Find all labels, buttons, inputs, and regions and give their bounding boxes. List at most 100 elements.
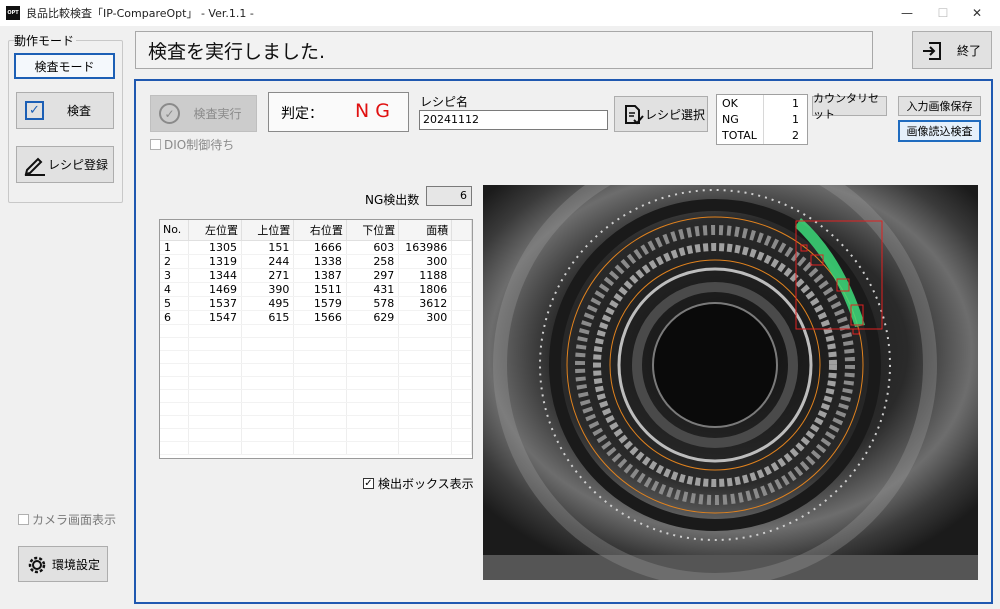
mode-group-title: 動作モード	[14, 32, 77, 49]
dio-wait-checkbox[interactable]: DIO制御待ち	[150, 136, 234, 153]
exit-icon	[921, 40, 943, 65]
table-cell	[160, 337, 190, 351]
table-cell: 615	[241, 310, 295, 325]
table-cell	[346, 402, 400, 416]
table-row[interactable]	[160, 363, 472, 377]
column-header[interactable]: No.	[160, 220, 190, 241]
table-cell	[451, 402, 472, 416]
title-bar: OPT 良品比較検査「IP-CompareOpt」 - Ver.1.1 - — …	[0, 0, 1000, 26]
table-row[interactable]: 1 1305 151 1666 603 163986	[160, 240, 472, 255]
table-cell	[346, 337, 400, 351]
table-cell: 495	[241, 296, 295, 311]
app-logo-icon: OPT	[6, 6, 20, 20]
table-cell	[346, 350, 400, 364]
recipe-register-button[interactable]: レシピ登録	[16, 146, 114, 183]
settings-button[interactable]: 環境設定	[18, 546, 108, 582]
column-header[interactable]: 下位置	[346, 220, 400, 241]
table-row[interactable]: 2 1319 244 1338 258 300	[160, 254, 472, 269]
table-cell	[160, 428, 190, 442]
recipe-name-field[interactable]: 20241112	[419, 110, 608, 130]
table-cell: 1305	[188, 240, 242, 255]
table-row[interactable]: 5 1537 495 1579 578 3612	[160, 296, 472, 311]
table-row[interactable]	[160, 324, 472, 338]
table-cell	[451, 324, 472, 338]
table-cell	[241, 376, 295, 390]
counter-reset-button[interactable]: カウンタリセット	[812, 92, 887, 121]
gear-icon	[26, 554, 48, 579]
table-cell	[188, 402, 242, 416]
table-cell	[451, 441, 472, 455]
show-detection-box-checkbox[interactable]: ✓ 検出ボックス表示	[363, 475, 474, 492]
table-cell: 603	[346, 240, 400, 255]
table-cell	[188, 376, 242, 390]
table-row[interactable]: 4 1469 390 1511 431 1806	[160, 282, 472, 297]
check-circle-icon: ✓	[159, 103, 180, 124]
column-header[interactable]: 上位置	[241, 220, 295, 241]
dio-wait-label: DIO制御待ち	[164, 138, 235, 152]
table-cell: 1319	[188, 254, 242, 269]
run-inspection-button[interactable]: ✓ 検査実行	[150, 95, 257, 132]
pencil-icon	[23, 154, 47, 179]
counter-label: TOTAL	[722, 129, 757, 142]
table-cell: 1469	[188, 282, 242, 297]
column-header[interactable]: 面積	[398, 220, 453, 241]
table-cell: 1338	[293, 254, 347, 269]
camera-view-checkbox[interactable]: カメラ画面表示	[18, 511, 116, 528]
table-cell	[241, 337, 295, 351]
table-cell	[293, 350, 347, 364]
recipe-register-label: レシピ登録	[47, 158, 108, 172]
table-row[interactable]	[160, 350, 472, 364]
table-cell	[398, 402, 453, 416]
table-cell	[241, 441, 295, 455]
table-cell: 271	[241, 268, 295, 283]
load-image-inspect-button[interactable]: 画像読込検査	[898, 120, 981, 142]
table-cell	[346, 376, 400, 390]
inspection-mode-button[interactable]: 検査モード	[14, 53, 115, 79]
table-row[interactable]	[160, 402, 472, 416]
column-header[interactable]: 左位置	[188, 220, 242, 241]
close-button[interactable]: ✕	[954, 0, 1000, 26]
checkbox-box	[18, 514, 29, 525]
table-cell: 1344	[188, 268, 242, 283]
table-row[interactable]	[160, 337, 472, 351]
recipe-select-button[interactable]: レシピ選択	[614, 96, 708, 132]
table-cell	[241, 324, 295, 338]
table-cell	[398, 337, 453, 351]
table-row[interactable]	[160, 389, 472, 403]
table-cell	[160, 376, 190, 390]
counter-label: NG	[722, 113, 739, 126]
table-cell	[293, 389, 347, 403]
table-row[interactable]	[160, 415, 472, 429]
ng-count-label: NG検出数	[365, 193, 420, 207]
judgement-value: NG	[355, 100, 396, 122]
table-cell	[160, 324, 190, 338]
table-cell	[451, 428, 472, 442]
exit-button[interactable]: 終了	[912, 31, 992, 69]
table-cell: 2	[160, 254, 190, 269]
table-cell: 300	[398, 254, 453, 269]
table-cell	[160, 415, 190, 429]
table-row[interactable]: 6 1547 615 1566 629 300	[160, 310, 472, 325]
table-cell	[293, 337, 347, 351]
table-cell: 3	[160, 268, 190, 283]
save-input-image-button[interactable]: 入力画像保存	[898, 96, 981, 116]
table-cell: 163986	[398, 240, 453, 255]
column-header[interactable]: 右位置	[293, 220, 347, 241]
table-cell	[398, 363, 453, 377]
ng-count-value: 6	[426, 186, 472, 206]
checkbox-icon: ✓	[25, 101, 44, 120]
exit-label: 終了	[956, 43, 981, 58]
inspection-image	[483, 185, 978, 580]
table-row[interactable]	[160, 376, 472, 390]
status-message: 検査を実行しました.	[148, 41, 326, 63]
table-cell	[398, 428, 453, 442]
table-row[interactable]: 3 1344 271 1387 297 1188	[160, 268, 472, 283]
table-cell	[451, 268, 472, 283]
table-row[interactable]	[160, 441, 472, 455]
inspect-button[interactable]: ✓ 検査	[16, 92, 114, 129]
result-table[interactable]: No. 左位置 上位置 右位置 下位置 面積 1 1305 151 1666 603 16…	[159, 219, 473, 459]
table-cell: 1579	[293, 296, 347, 311]
table-row[interactable]	[160, 428, 472, 442]
table-cell	[241, 389, 295, 403]
table-cell	[398, 350, 453, 364]
